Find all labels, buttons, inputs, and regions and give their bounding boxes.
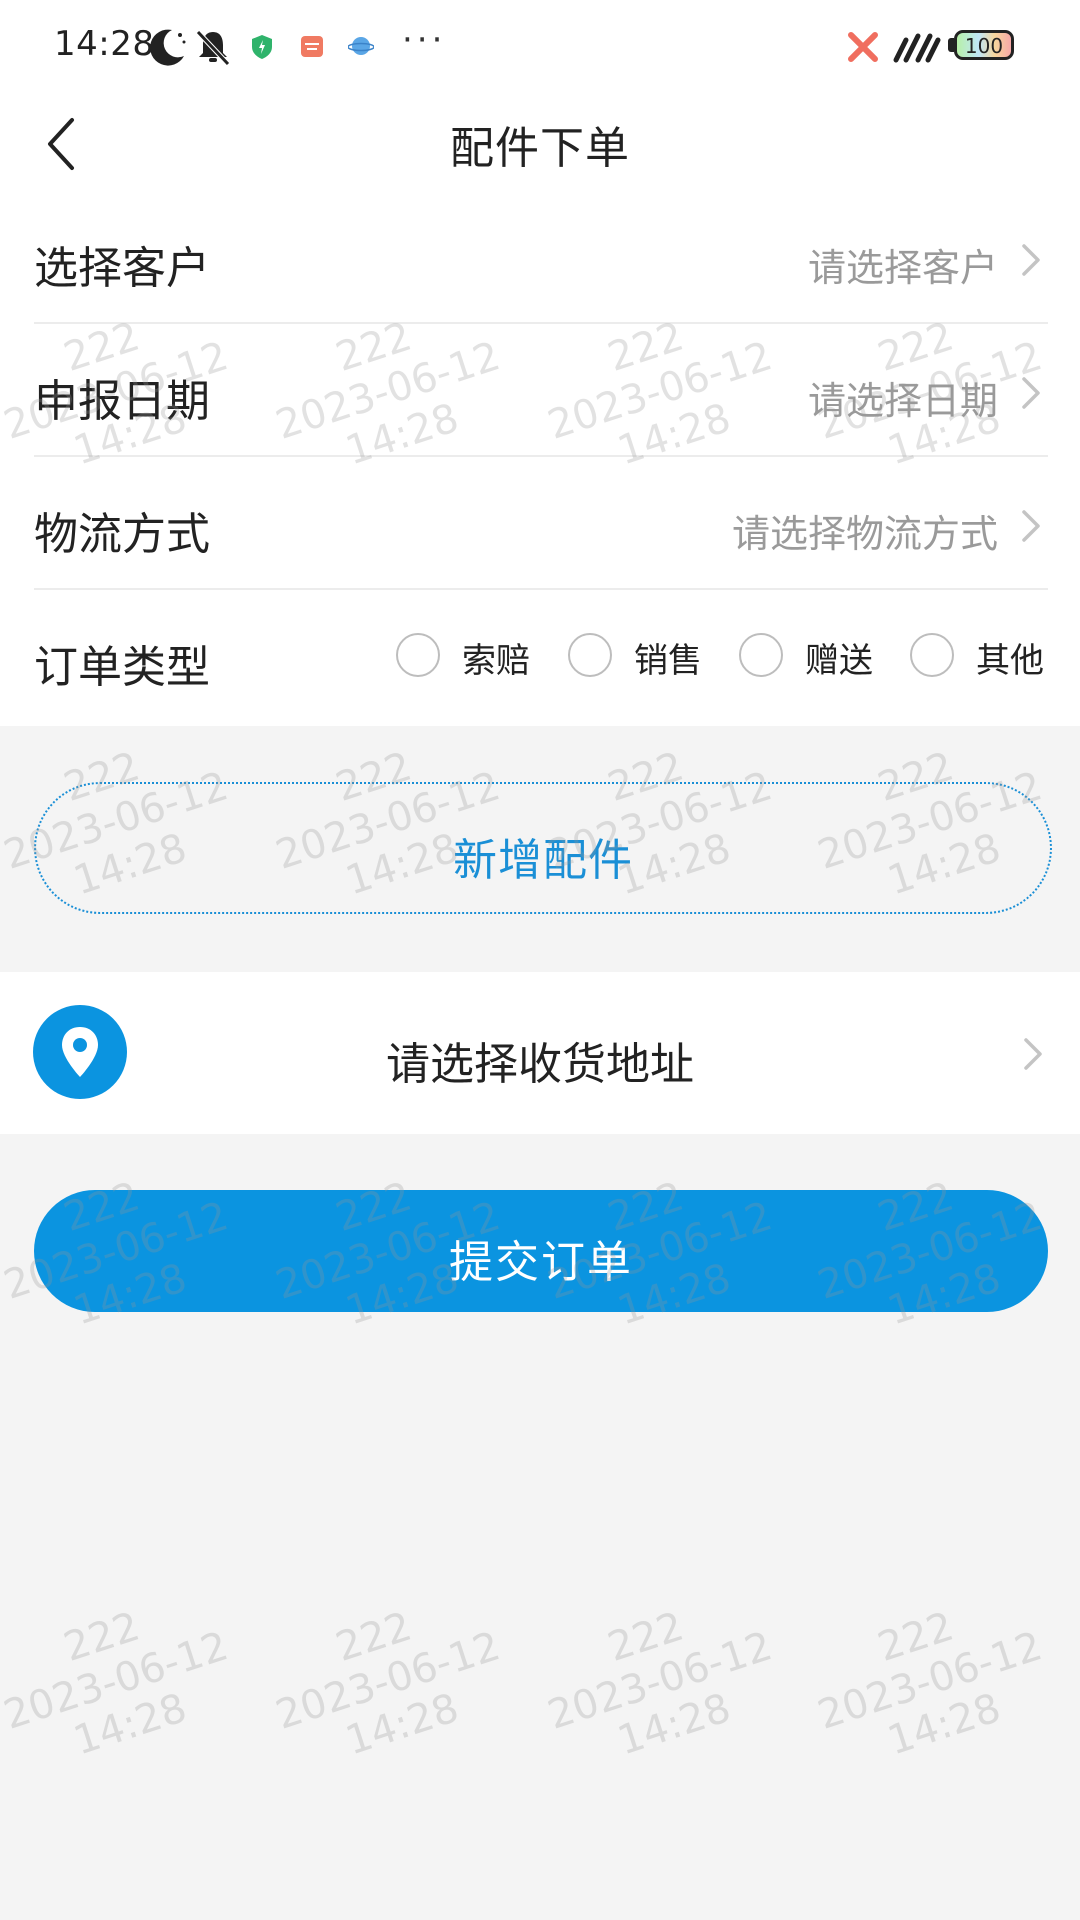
watermark: 222 2023-06-12 14:28 xyxy=(270,1603,506,1765)
chevron-right-icon xyxy=(1024,1038,1042,1070)
date-placeholder: 请选择日期 xyxy=(807,379,998,423)
submit-order-label: 提交订单 xyxy=(449,1237,633,1288)
radio-label: 销售 xyxy=(634,641,702,681)
logistics-placeholder: 请选择物流方式 xyxy=(731,512,998,556)
battery-icon: 100 xyxy=(954,30,1014,60)
logistics-row[interactable]: 物流方式 请选择物流方式 xyxy=(34,458,1048,590)
moon-icon xyxy=(146,26,188,72)
chevron-right-icon xyxy=(1022,244,1040,276)
radio-circle[interactable] xyxy=(396,633,440,677)
chevron-right-icon xyxy=(1022,510,1040,542)
date-row[interactable]: 申报日期 请选择日期 xyxy=(34,325,1048,457)
radio-circle[interactable] xyxy=(739,633,783,677)
watermark: 222 2023-06-12 14:28 xyxy=(542,1603,778,1765)
planet-icon xyxy=(347,34,375,62)
page-title: 配件下单 xyxy=(450,123,630,174)
location-pin-icon xyxy=(33,1005,127,1099)
address-placeholder: 请选择收货地址 xyxy=(386,1039,694,1090)
radio-label: 索赔 xyxy=(462,641,530,681)
order-type-radio-group: 索赔 销售 赠送 其他 xyxy=(396,627,1048,687)
shipping-address-row[interactable]: 请选择收货地址 xyxy=(0,972,1080,1134)
order-form: 选择客户 请选择客户 申报日期 请选择日期 物流方式 请选择物流方式 订单类型 … xyxy=(0,192,1080,726)
customer-placeholder: 请选择客户 xyxy=(807,246,998,290)
mute-icon xyxy=(192,26,234,72)
more-notifications: ··· xyxy=(402,20,447,60)
radio-label: 赠送 xyxy=(805,641,873,681)
add-part-label: 新增配件 xyxy=(453,835,633,886)
status-time: 14:28 xyxy=(54,24,155,64)
date-label: 申报日期 xyxy=(34,376,210,427)
order-type-label: 订单类型 xyxy=(34,642,210,693)
radio-circle[interactable] xyxy=(910,633,954,677)
status-bar: 14:28 ··· 100 xyxy=(0,0,1080,92)
customer-row[interactable]: 选择客户 请选择客户 xyxy=(34,192,1048,324)
order-type-row: 订单类型 索赔 销售 赠送 其他 xyxy=(34,591,1048,723)
navigation-header: 配件下单 xyxy=(0,92,1080,192)
add-part-button[interactable]: 新增配件 xyxy=(34,782,1052,914)
logistics-label: 物流方式 xyxy=(34,509,210,560)
screen: 14:28 ··· 100 配件下单 选择客户 请选择客户 申报日期 请选择日期… xyxy=(0,0,1080,1920)
signal-icon xyxy=(892,30,942,68)
radio-label: 其他 xyxy=(976,641,1044,681)
x-icon xyxy=(846,30,880,68)
chevron-right-icon xyxy=(1022,377,1040,409)
submit-order-button[interactable]: 提交订单 xyxy=(34,1190,1048,1312)
watermark: 222 2023-06-12 14:28 xyxy=(812,1603,1048,1765)
radio-circle[interactable] xyxy=(568,633,612,677)
battery-level: 100 xyxy=(964,34,1004,58)
calendar-icon xyxy=(300,34,324,62)
watermark: 222 2023-06-12 14:28 xyxy=(0,1603,234,1765)
customer-label: 选择客户 xyxy=(34,243,210,294)
shield-icon xyxy=(250,34,274,64)
